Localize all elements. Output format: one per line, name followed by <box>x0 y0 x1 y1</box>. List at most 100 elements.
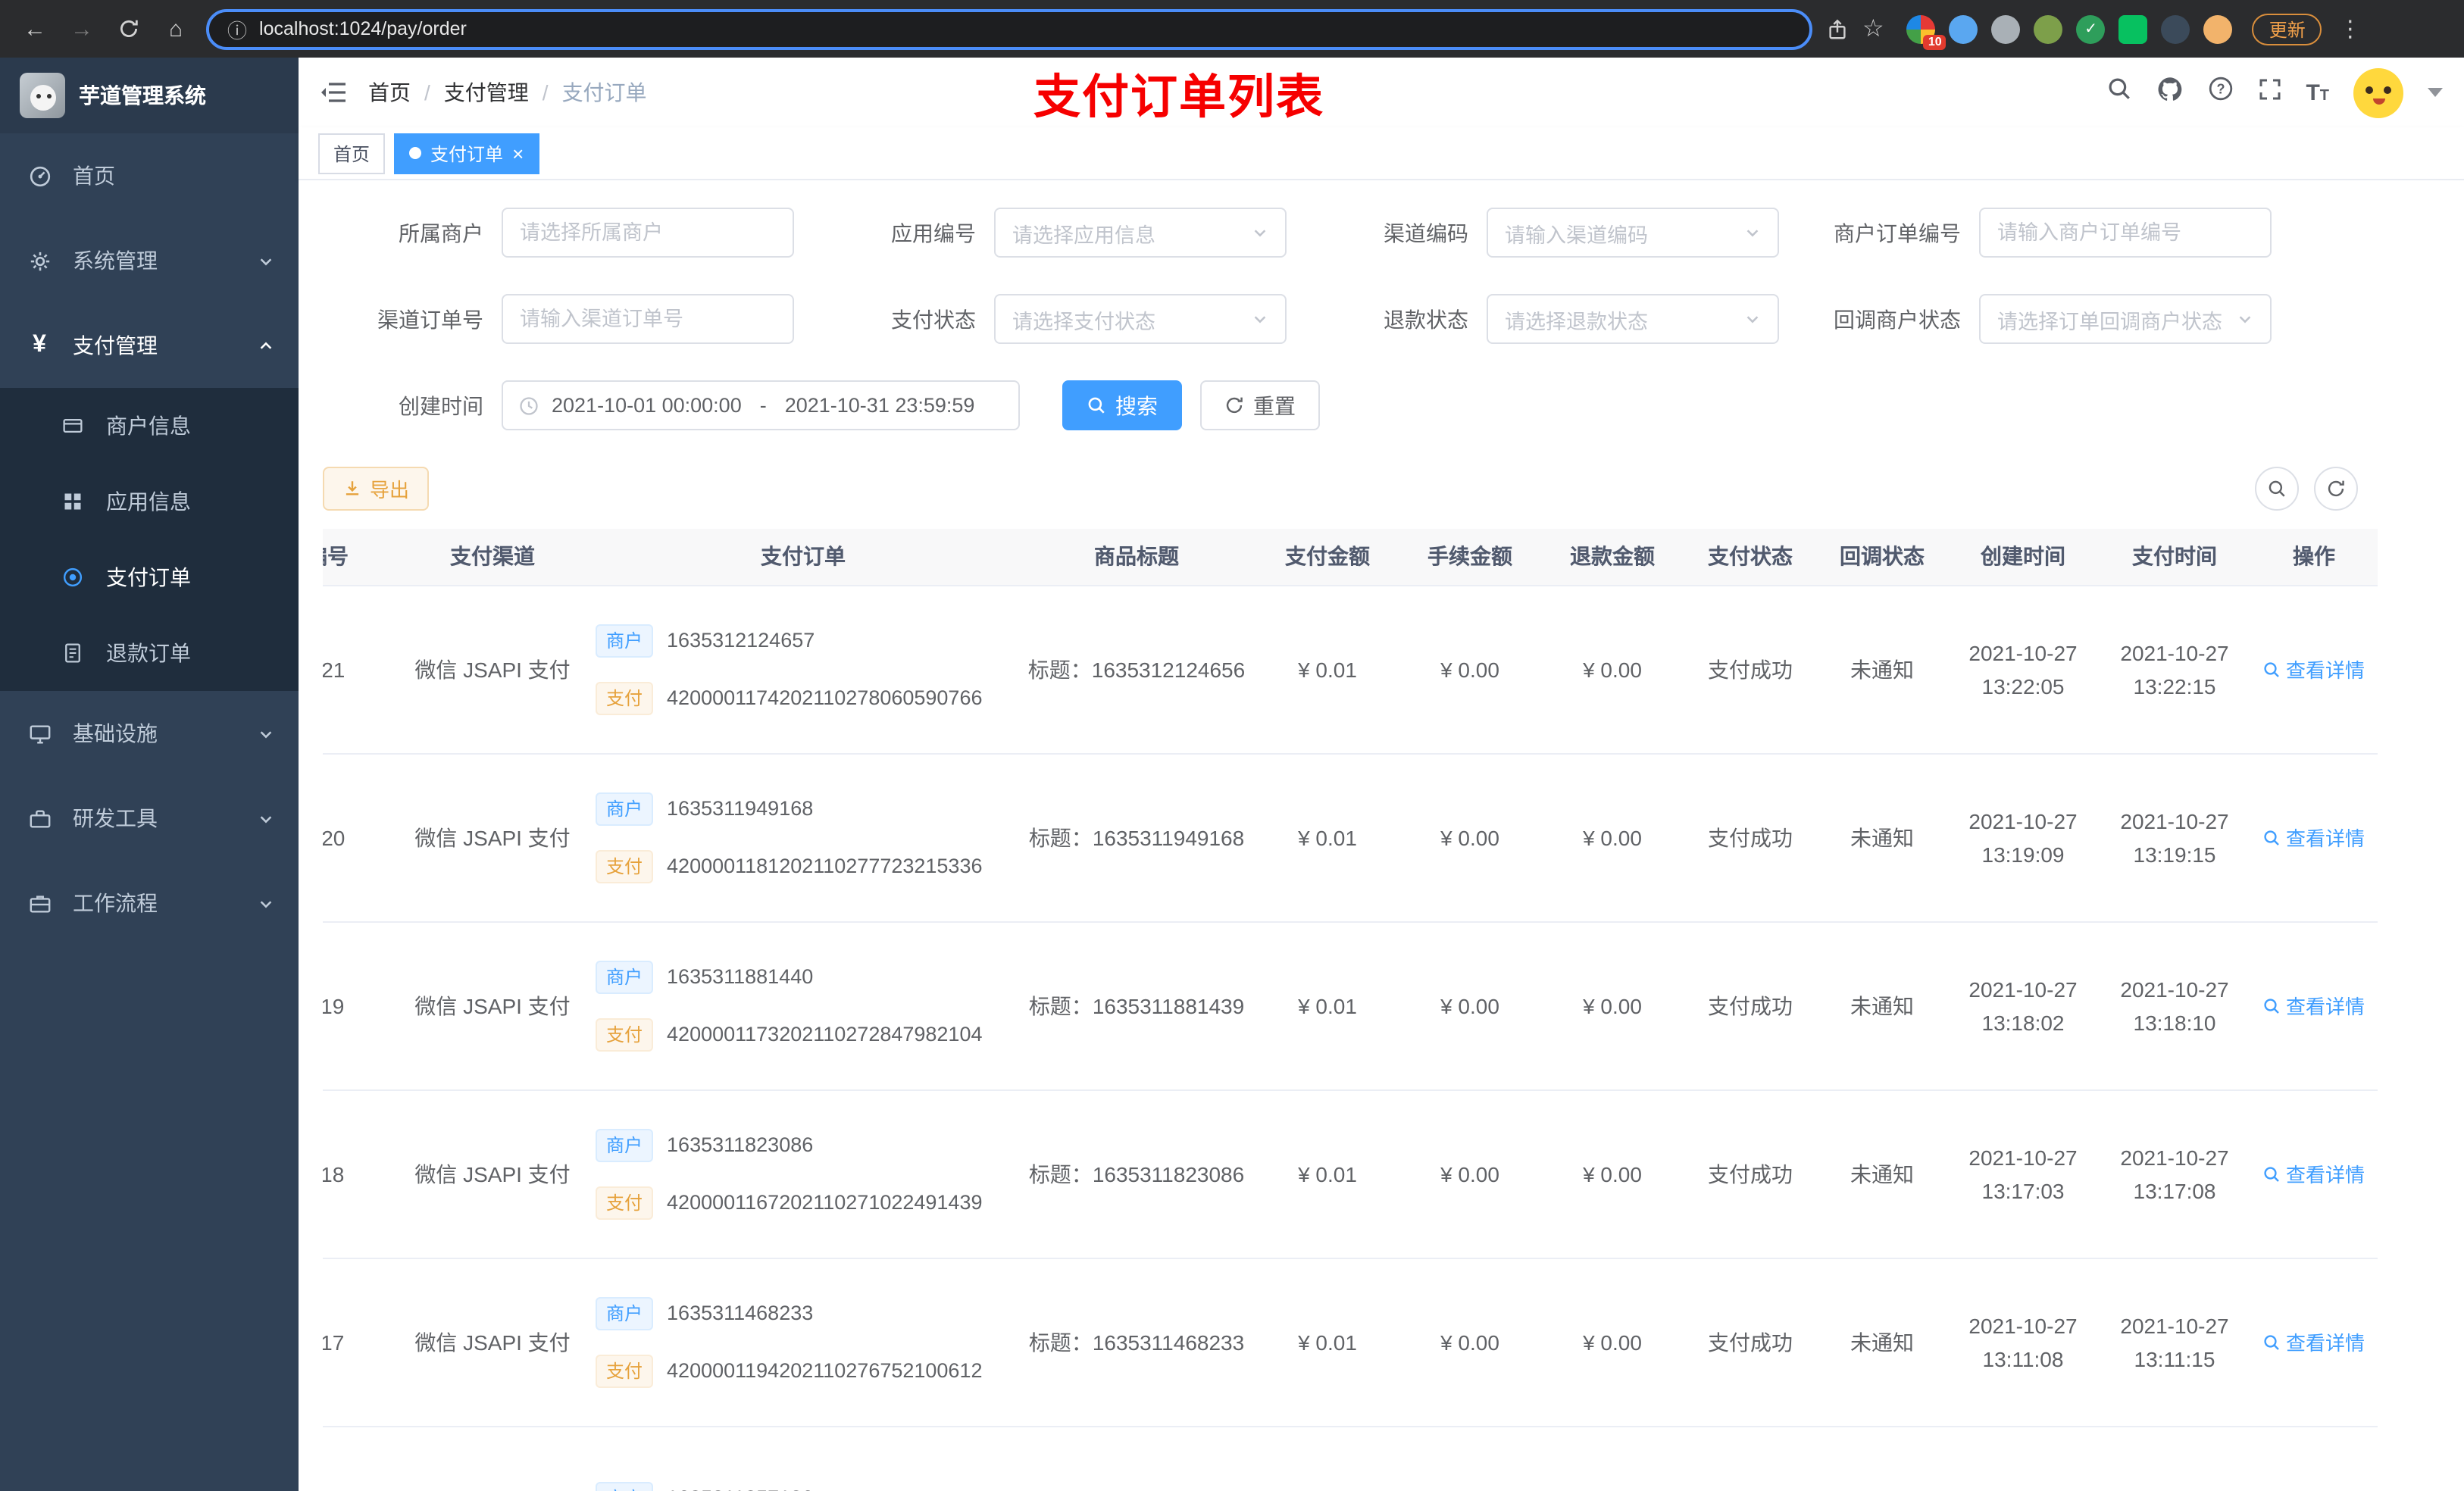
extension-icon[interactable] <box>1991 14 2021 43</box>
extension-icon[interactable]: 10 <box>1906 14 1946 49</box>
sidebar-item-system[interactable]: 系统管理 <box>0 218 299 303</box>
breadcrumb-home[interactable]: 首页 <box>368 77 411 108</box>
search-button[interactable]: 搜索 <box>1062 380 1182 430</box>
extension-icon[interactable] <box>2161 14 2190 43</box>
browser-home-button[interactable]: ⌂ <box>159 12 192 45</box>
view-detail-link[interactable]: 查看详情 <box>2263 1159 2365 1188</box>
sidebar-item-label: 工作流程 <box>73 891 158 915</box>
cell-refund: ¥ 0.00 <box>1541 1258 1684 1427</box>
extension-icon[interactable]: ✓ <box>2076 14 2106 43</box>
breadcrumb: 首页 / 支付管理 / 支付订单 <box>368 77 647 108</box>
merchant-input[interactable] <box>502 208 794 258</box>
browser-reload-button[interactable] <box>112 12 145 45</box>
pay-tag: 支付 <box>596 849 654 883</box>
site-info-icon[interactable]: ⓘ <box>227 14 247 43</box>
chevron-down-icon <box>258 895 274 911</box>
filter-merchant-order-no: 商户订单编号 <box>1800 208 2272 258</box>
browser-forward-button[interactable]: → <box>65 12 98 45</box>
notify-status-select[interactable]: 请选择订单回调商户状态 <box>1979 294 2272 344</box>
font-size-icon[interactable]: TT <box>2306 80 2329 105</box>
sidebar-item-workflow[interactable]: 工作流程 <box>0 861 299 946</box>
browser-menu-icon[interactable]: ⋮ <box>2339 15 2362 42</box>
cell-status: 支付成功 <box>1684 1258 1817 1427</box>
sidebar-logo[interactable]: 芋道管理系统 <box>0 58 299 133</box>
reset-button[interactable]: 重置 <box>1200 380 1320 430</box>
search-icon[interactable] <box>2106 76 2131 109</box>
pay-status-select[interactable]: 请选择支付状态 <box>994 294 1287 344</box>
pay-tag: 支付 <box>596 1017 654 1051</box>
view-detail-link[interactable]: 查看详情 <box>2263 991 2365 1020</box>
logo-avatar <box>20 73 65 118</box>
caret-down-icon[interactable] <box>2428 88 2443 97</box>
cell-pay-time: 2021-10-27 13:22:15 <box>2099 585 2250 754</box>
close-icon[interactable]: × <box>512 143 524 163</box>
sidebar-item-home[interactable]: 首页 <box>0 133 299 218</box>
cell-fee: ¥ 0.00 <box>1399 585 1541 754</box>
active-dot <box>409 147 422 159</box>
cell-amount: ¥ 0.01 <box>1256 1258 1399 1427</box>
cell-status <box>1684 1426 1817 1491</box>
url-bar[interactable]: ⓘ localhost:1024/pay/order <box>206 8 1812 49</box>
merchant-order-no: 1635311468233 <box>667 1302 814 1324</box>
bookmark-star-icon[interactable]: ☆ <box>1862 14 1884 44</box>
extension-icon[interactable] <box>1949 14 1978 43</box>
app-id-select[interactable]: 请选择应用信息 <box>994 208 1287 258</box>
github-icon[interactable] <box>2156 75 2183 110</box>
sidebar-item-refund-order[interactable]: 退款订单 <box>0 615 299 691</box>
search-icon <box>2265 1166 2280 1181</box>
filter-row: 渠道订单号 支付状态 请选择支付状态 退款状态 请选择退款状态 <box>323 294 2440 344</box>
channel-order-no-input[interactable] <box>502 294 794 344</box>
share-icon[interactable] <box>1826 17 1849 40</box>
extension-icon[interactable] <box>2118 14 2148 43</box>
view-detail-link[interactable]: 查看详情 <box>2263 655 2365 683</box>
sidebar-item-infrastructure[interactable]: 基础设施 <box>0 691 299 776</box>
refund-status-select[interactable]: 请选择退款状态 <box>1487 294 1779 344</box>
cell-status: 支付成功 <box>1684 1089 1817 1258</box>
select-placeholder: 请选择支付状态 <box>1012 310 1155 333</box>
user-avatar[interactable] <box>2353 67 2403 117</box>
yen-icon: ¥ <box>33 332 46 358</box>
sidebar-item-label: 系统管理 <box>73 248 158 273</box>
refresh-table-button[interactable] <box>2314 467 2358 511</box>
sidebar-item-payment[interactable]: ¥ 支付管理 <box>0 303 299 388</box>
merchant-order-no-input[interactable] <box>1979 208 2272 258</box>
extension-icon[interactable] <box>2034 14 2063 43</box>
credit-card-icon <box>58 415 88 436</box>
date-range-picker[interactable]: 2021-10-01 00:00:00 - 2021-10-31 23:59:5… <box>502 380 1020 430</box>
cell-pay-time <box>2099 1426 2250 1491</box>
filter-label: 渠道编码 <box>1384 220 1468 245</box>
channel-code-select[interactable]: 请输入渠道编码 <box>1487 208 1779 258</box>
sidebar-toggle-icon[interactable] <box>320 80 347 105</box>
view-detail-link[interactable]: 查看详情 <box>2263 1327 2365 1356</box>
browser-back-button[interactable]: ← <box>18 12 52 45</box>
tags-view-bar: 首页 支付订单 × <box>299 127 2464 180</box>
tab-pay-order[interactable]: 支付订单 × <box>394 133 539 173</box>
search-icon <box>2265 661 2280 677</box>
toggle-search-button[interactable] <box>2255 467 2299 511</box>
cell-amount: ¥ 0.01 <box>1256 921 1399 1090</box>
fullscreen-icon[interactable] <box>2257 77 2281 108</box>
filter-merchant: 所属商户 <box>323 208 794 258</box>
breadcrumb-section[interactable]: 支付管理 <box>444 77 529 108</box>
filter-label: 商户订单编号 <box>1834 220 1961 245</box>
sidebar-item-merchant-info[interactable]: 商户信息 <box>0 388 299 464</box>
extension-icon[interactable] <box>2203 14 2233 43</box>
sidebar-item-app-info[interactable]: 应用信息 <box>0 464 299 539</box>
filter-label: 所属商户 <box>399 220 483 245</box>
cell-amount: ¥ 0.01 <box>1256 753 1399 922</box>
view-detail-link[interactable]: 查看详情 <box>2263 823 2365 852</box>
sidebar-item-pay-order[interactable]: 支付订单 <box>0 539 299 615</box>
cell-status: 支付成功 <box>1684 753 1817 922</box>
sidebar-item-label: 基础设施 <box>73 721 158 746</box>
tab-home[interactable]: 首页 <box>318 133 386 173</box>
merchant-order-no: 1635311881440 <box>667 965 814 988</box>
help-icon[interactable]: ? <box>2207 76 2233 109</box>
cell-pay-time: 2021-10-27 13:17:08 <box>2099 1089 2250 1258</box>
pay-tag: 支付 <box>596 1186 654 1219</box>
browser-update-button[interactable]: 更新 <box>2252 13 2322 45</box>
export-button[interactable]: 导出 <box>323 467 430 511</box>
cell-actions: 查看详情 <box>2250 1089 2378 1258</box>
col-channel: 支付渠道 <box>396 529 589 586</box>
select-placeholder: 请选择订单回调商户状态 <box>1997 310 2222 333</box>
sidebar-item-dev-tools[interactable]: 研发工具 <box>0 776 299 861</box>
